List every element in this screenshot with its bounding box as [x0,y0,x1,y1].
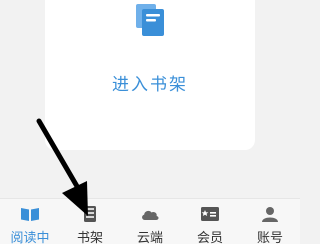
tab-reading-label: 阅读中 [10,231,50,244]
cloud-icon [142,210,159,220]
app-screen: 进入书架 阅读中 书架 云端 会员 账号 [0,0,300,244]
enter-bookshelf-label: 进入书架 [112,75,188,95]
tab-bookshelf-label: 书架 [76,231,103,244]
tab-account[interactable]: 账号 [240,199,300,244]
open-book-icon [21,208,39,221]
tab-reading[interactable]: 阅读中 [0,199,60,244]
vip-card-icon [201,207,219,221]
bottom-tab-bar: 阅读中 书架 云端 会员 账号 [0,198,300,244]
tab-cloud[interactable]: 云端 [120,199,180,244]
bookshelf-books-icon [136,4,164,36]
tab-account-label: 账号 [256,231,283,244]
account-icon [262,207,278,222]
enter-bookshelf-card[interactable]: 进入书架 [45,0,255,150]
tab-bookshelf[interactable]: 书架 [60,199,120,244]
tab-vip[interactable]: 会员 [180,199,240,244]
tab-vip-label: 会员 [196,231,223,244]
tab-cloud-label: 云端 [136,231,163,244]
bookshelf-icon [84,206,96,222]
